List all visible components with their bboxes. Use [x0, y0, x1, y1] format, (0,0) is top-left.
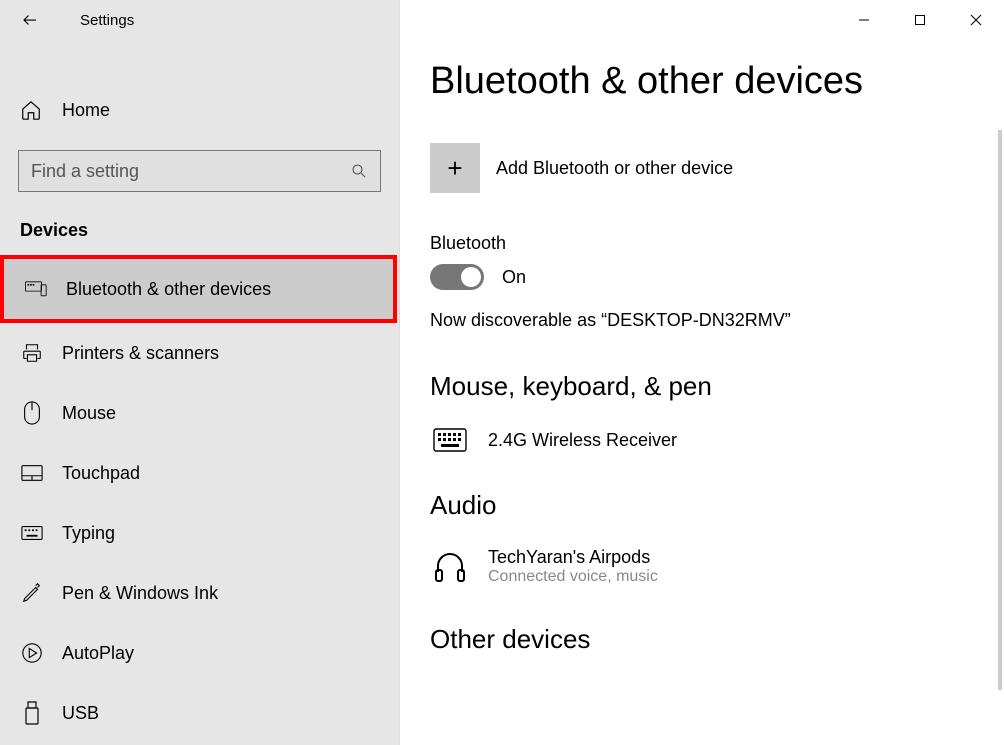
autoplay-icon [20, 642, 44, 664]
sidebar-item-printers[interactable]: Printers & scanners [0, 323, 399, 383]
device-name: 2.4G Wireless Receiver [488, 430, 677, 451]
device-row[interactable]: TechYaran's Airpods Connected voice, mus… [430, 539, 974, 594]
bluetooth-toggle[interactable] [430, 264, 484, 290]
sidebar-item-label: Pen & Windows Ink [62, 583, 218, 604]
headphones-icon [430, 550, 470, 584]
main-panel: Bluetooth & other devices + Add Bluetoot… [400, 0, 1004, 745]
titlebar: Settings [0, 0, 399, 40]
close-icon [970, 14, 982, 26]
arrow-left-icon [21, 11, 39, 29]
minimize-icon [858, 14, 870, 26]
sidebar-item-touchpad[interactable]: Touchpad [0, 443, 399, 503]
maximize-icon [914, 14, 926, 26]
sidebar-item-typing[interactable]: Typing [0, 503, 399, 563]
search-box[interactable] [18, 150, 381, 192]
sidebar-item-label: USB [62, 703, 99, 724]
maximize-button[interactable] [892, 0, 948, 40]
group-title-audio: Audio [430, 490, 974, 521]
home-icon [20, 99, 42, 121]
window-controls [836, 0, 1004, 40]
minimize-button[interactable] [836, 0, 892, 40]
bluetooth-label: Bluetooth [430, 233, 974, 254]
home-button[interactable]: Home [0, 80, 399, 140]
add-device-label: Add Bluetooth or other device [496, 158, 733, 179]
device-status: Connected voice, music [488, 568, 658, 586]
app-title: Settings [80, 12, 134, 29]
sidebar-item-label: Printers & scanners [62, 343, 219, 364]
usb-icon [20, 701, 44, 725]
back-button[interactable] [10, 0, 50, 40]
group-title-mkp: Mouse, keyboard, & pen [430, 371, 974, 402]
highlight-box: Bluetooth & other devices [0, 255, 397, 323]
group-title-other: Other devices [430, 624, 974, 655]
mouse-icon [20, 401, 44, 425]
discoverable-text: Now discoverable as “DESKTOP-DN32RMV” [430, 310, 974, 331]
touchpad-icon [20, 464, 44, 482]
sidebar-item-pen[interactable]: Pen & Windows Ink [0, 563, 399, 623]
sidebar-item-label: Mouse [62, 403, 116, 424]
sidebar-item-label: Typing [62, 523, 115, 544]
keyboard-icon [430, 428, 470, 452]
printer-icon [20, 342, 44, 364]
device-row[interactable]: 2.4G Wireless Receiver [430, 420, 974, 460]
scrollbar[interactable] [998, 130, 1002, 690]
toggle-knob [461, 267, 481, 287]
add-device-button[interactable]: + Add Bluetooth or other device [430, 143, 974, 193]
sidebar-item-label: AutoPlay [62, 643, 134, 664]
close-button[interactable] [948, 0, 1004, 40]
search-input[interactable] [31, 161, 350, 182]
sidebar-item-usb[interactable]: USB [0, 683, 399, 743]
search-icon [350, 162, 368, 180]
bluetooth-state: On [502, 267, 526, 288]
category-label: Devices [0, 212, 399, 255]
keyboard-icon [20, 525, 44, 541]
home-label: Home [62, 100, 110, 121]
plus-icon: + [430, 143, 480, 193]
sidebar-item-mouse[interactable]: Mouse [0, 383, 399, 443]
sidebar-item-label: Touchpad [62, 463, 140, 484]
page-title: Bluetooth & other devices [430, 60, 974, 103]
sidebar-item-bluetooth[interactable]: Bluetooth & other devices [4, 259, 393, 319]
devices-icon [24, 280, 48, 298]
sidebar-item-label: Bluetooth & other devices [66, 279, 271, 300]
device-name: TechYaran's Airpods [488, 547, 658, 568]
sidebar: Settings Home Devices Bluetooth & other … [0, 0, 400, 745]
sidebar-item-autoplay[interactable]: AutoPlay [0, 623, 399, 683]
pen-icon [20, 582, 44, 604]
